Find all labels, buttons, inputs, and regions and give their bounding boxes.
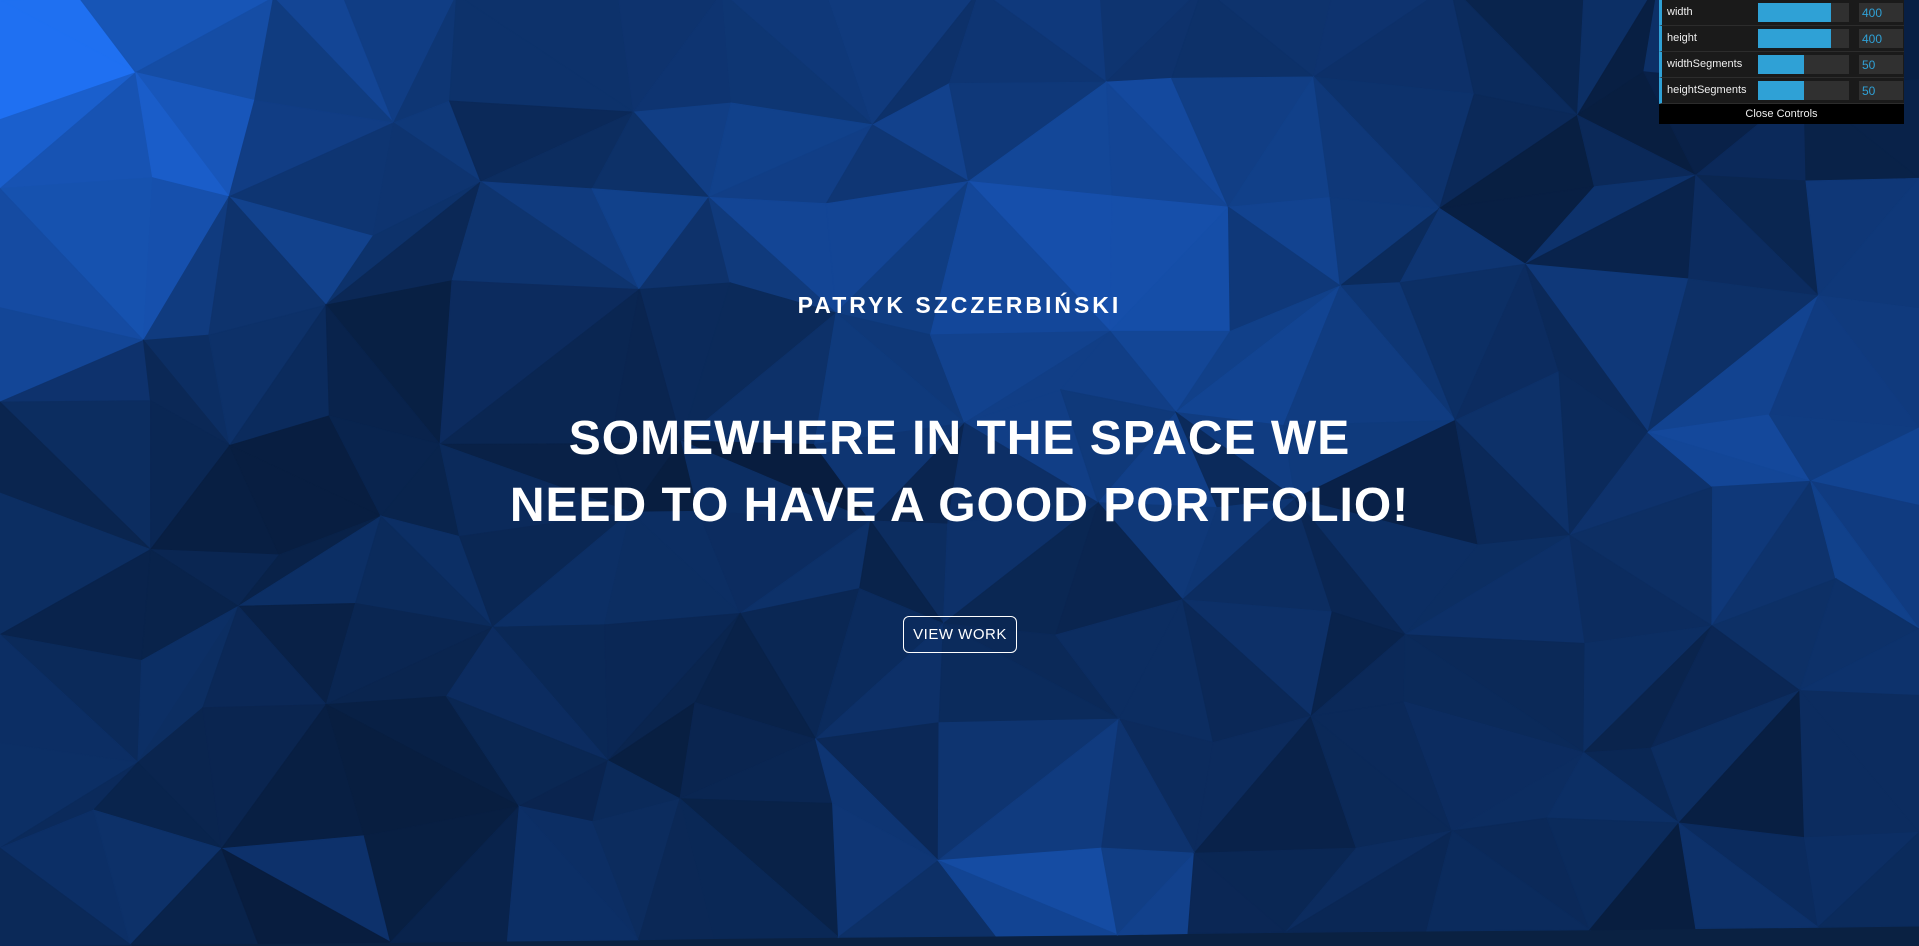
width-segments-slider[interactable] xyxy=(1758,55,1849,74)
slider-fill xyxy=(1758,3,1831,22)
height-segments-slider[interactable] xyxy=(1758,81,1849,100)
slider-fill xyxy=(1758,55,1804,74)
control-row-width-segments: widthSegments xyxy=(1659,52,1904,78)
height-input[interactable] xyxy=(1859,29,1903,48)
width-slider[interactable] xyxy=(1758,3,1849,22)
hero-section: PATRYK SZCZERBIŃSKI SOMEWHERE IN THE SPA… xyxy=(0,0,1919,946)
width-segments-input[interactable] xyxy=(1859,55,1903,74)
height-segments-input[interactable] xyxy=(1859,81,1903,100)
control-row-height: height xyxy=(1659,26,1904,52)
height-slider[interactable] xyxy=(1758,29,1849,48)
control-row-width: width xyxy=(1659,0,1904,26)
hero-headline: SOMEWHERE IN THE SPACE WE NEED TO HAVE A… xyxy=(0,405,1919,539)
control-label: heightSegments xyxy=(1667,84,1747,96)
width-input[interactable] xyxy=(1859,3,1903,22)
close-controls-button[interactable]: Close Controls xyxy=(1659,104,1904,124)
hero-headline-line-1: SOMEWHERE IN THE SPACE WE xyxy=(568,412,1351,465)
control-label: widthSegments xyxy=(1667,58,1743,70)
view-work-button[interactable]: VIEW WORK xyxy=(903,616,1017,653)
slider-fill xyxy=(1758,29,1831,48)
control-label: width xyxy=(1667,6,1693,18)
page: PATRYK SZCZERBIŃSKI SOMEWHERE IN THE SPA… xyxy=(0,0,1919,946)
hero-headline-line-2: NEED TO HAVE A GOOD PORTFOLIO! xyxy=(509,479,1410,532)
control-row-height-segments: heightSegments xyxy=(1659,78,1904,104)
author-name: PATRYK SZCZERBIŃSKI xyxy=(797,292,1122,318)
control-label: height xyxy=(1667,32,1697,44)
controls-panel: width height widthSegments heightSegment… xyxy=(1659,0,1904,124)
slider-fill xyxy=(1758,81,1804,100)
